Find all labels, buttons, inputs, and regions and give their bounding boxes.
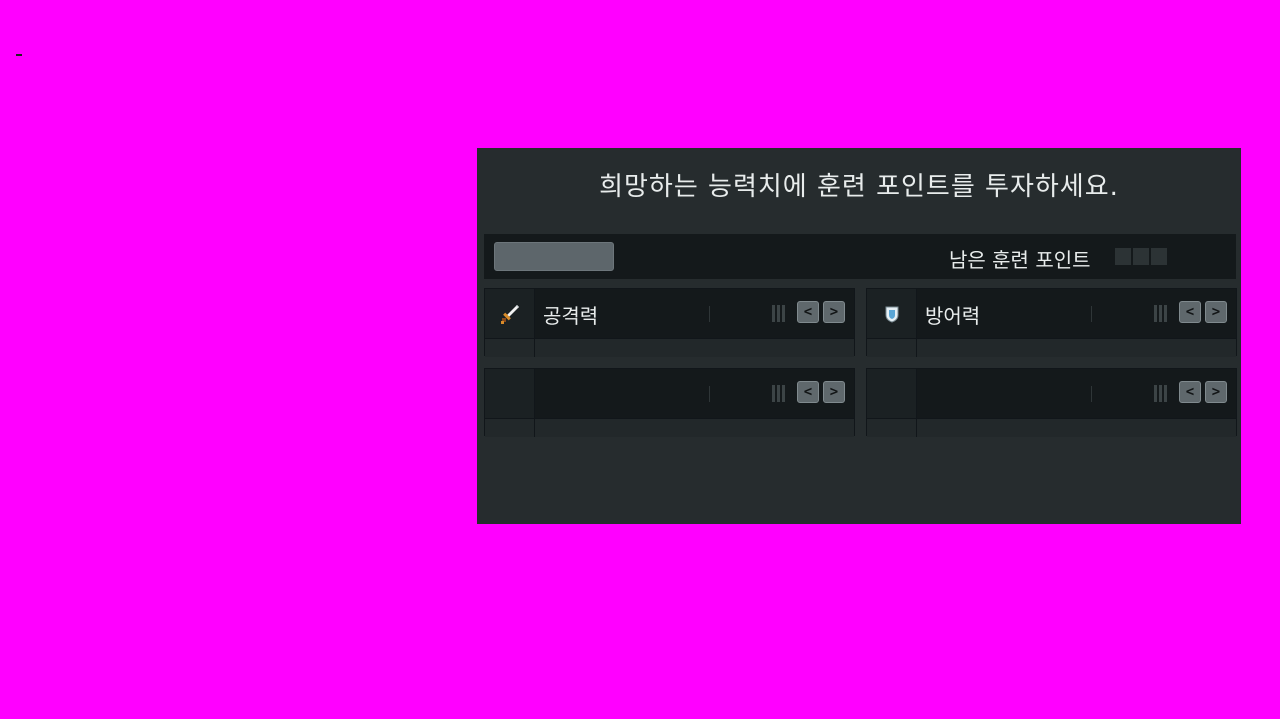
stat-level-ticks [772, 385, 785, 402]
decrease-stat-button[interactable]: < [1179, 381, 1201, 403]
stat-name: 공격력 [543, 304, 599, 328]
stat-icon-box [485, 289, 535, 338]
stat-divider [1091, 306, 1092, 322]
remaining-points-label: 남은 훈련 포인트 [949, 248, 1091, 272]
stat-name: 방어력 [925, 304, 981, 328]
stat-row-attack: 공격력 < > [484, 288, 855, 357]
sword-icon [500, 304, 519, 324]
increase-stat-button[interactable]: > [1205, 381, 1227, 403]
stat-level-ticks [1154, 305, 1167, 322]
panel-title: 희망하는 능력치에 훈련 포인트를 투자하세요. [599, 172, 1119, 202]
stat-level-ticks [1154, 385, 1167, 402]
stat-row-empty-2: < > [866, 368, 1237, 437]
training-points-panel: 희망하는 능력치에 훈련 포인트를 투자하세요. 남은 훈련 포인트 공격력 <… [477, 148, 1241, 524]
decrease-defense-button[interactable]: < [1179, 301, 1201, 323]
stat-divider [709, 306, 710, 322]
stat-progress-bar [867, 338, 1236, 357]
stat-name-area: 공격력 < > [535, 289, 854, 338]
increase-stat-button[interactable]: > [823, 381, 845, 403]
stat-divider [709, 386, 710, 402]
decrease-attack-button[interactable]: < [797, 301, 819, 323]
stat-icon-box [485, 369, 535, 418]
stat-progress-bar [485, 418, 854, 437]
stat-name-area: < > [917, 369, 1236, 418]
reset-button[interactable] [494, 242, 614, 271]
stat-name-area: < > [535, 369, 854, 418]
decrease-stat-button[interactable]: < [797, 381, 819, 403]
stat-icon-box [867, 369, 917, 418]
stat-level-ticks [772, 305, 785, 322]
points-header-bar: 남은 훈련 포인트 [484, 234, 1236, 279]
stat-progress-bar [867, 418, 1236, 437]
stat-progress-bar [485, 338, 854, 357]
stat-divider [1091, 386, 1092, 402]
point-slot [1151, 248, 1167, 265]
stat-row-empty-1: < > [484, 368, 855, 437]
stat-name-area: 방어력 < > [917, 289, 1236, 338]
point-slot [1115, 248, 1131, 265]
remaining-points-slots [1115, 248, 1167, 265]
stat-icon-box [867, 289, 917, 338]
shield-icon [885, 306, 898, 323]
increase-attack-button[interactable]: > [823, 301, 845, 323]
point-slot [1133, 248, 1149, 265]
stat-row-defense: 방어력 < > [866, 288, 1237, 357]
increase-defense-button[interactable]: > [1205, 301, 1227, 323]
corner-mark [16, 54, 22, 56]
